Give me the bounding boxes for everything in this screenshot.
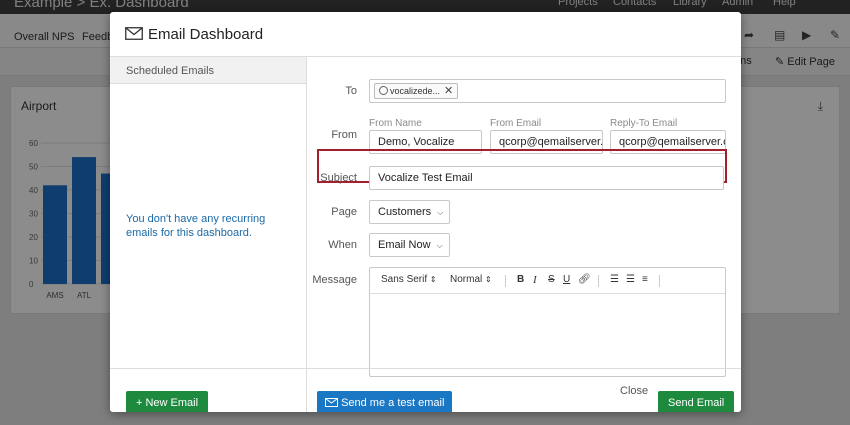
recipient-chip[interactable]: vocalizede... ✕ [374, 83, 459, 99]
link-icon[interactable]: 🔗︎ [578, 274, 591, 285]
message-label: Message [312, 274, 357, 286]
toolbar-divider [505, 275, 506, 287]
reply-to-label: Reply-To Email [610, 118, 678, 129]
underline-icon[interactable]: U [563, 274, 570, 285]
envelope-icon [125, 27, 143, 40]
to-label: To [345, 85, 357, 97]
page-label: Page [331, 206, 357, 218]
message-editor[interactable]: Sans Serif ⇕ Normal ⇕ B I S U 🔗︎ ☰ ☰ ≡ [369, 267, 726, 377]
send-email-button[interactable]: Send Email [658, 391, 735, 412]
strikethrough-icon[interactable]: S [548, 274, 555, 285]
page-dropdown[interactable]: Customers ⌵ [369, 200, 451, 224]
right-footer: Send me a test email Close Send Email [307, 368, 741, 412]
modal-title: Email Dashboard [148, 26, 264, 43]
when-label: When [328, 239, 357, 251]
font-family-value: Sans Serif [381, 274, 428, 285]
page-value: Customers [378, 206, 432, 218]
chevron-down-icon: ⌵ [436, 241, 443, 250]
from-email-label: From Email [490, 118, 542, 129]
italic-icon[interactable]: I [533, 274, 537, 286]
toolbar-divider [659, 275, 660, 287]
when-dropdown[interactable]: Email Now ⌵ [369, 233, 450, 257]
recipient-name: vocalizede... [390, 86, 441, 96]
left-footer: + New Email [110, 368, 306, 412]
align-icon[interactable]: ≡ [642, 274, 648, 285]
scheduled-emails-header: Scheduled Emails [110, 57, 306, 84]
scheduled-emails-panel: Scheduled Emails You don't have any recu… [110, 57, 307, 412]
to-field[interactable]: vocalizede... ✕ [369, 79, 726, 103]
ordered-list-icon[interactable]: ☰ [610, 274, 619, 285]
email-dashboard-modal: Email Dashboard Scheduled Emails You don… [110, 12, 741, 412]
chevron-down-icon: ⌵ [437, 208, 444, 217]
scheduled-emails-title: Scheduled Emails [126, 65, 215, 77]
modal-header: Email Dashboard [110, 12, 741, 57]
toolbar-divider [598, 275, 599, 287]
send-test-email-button[interactable]: Send me a test email [317, 391, 453, 412]
from-name-label: From Name [369, 118, 422, 129]
font-size-value: Normal [450, 274, 483, 285]
person-icon [379, 86, 388, 95]
font-family-select[interactable]: Sans Serif ⇕ [381, 274, 437, 285]
editor-toolbar: Sans Serif ⇕ Normal ⇕ B I S U 🔗︎ ☰ ☰ ≡ [370, 268, 725, 294]
from-label: From [331, 129, 357, 141]
new-email-button[interactable]: + New Email [126, 391, 209, 412]
bold-icon[interactable]: B [517, 274, 524, 285]
when-value: Email Now [378, 239, 431, 251]
envelope-icon [325, 398, 338, 407]
send-test-email-label: Send me a test email [341, 397, 445, 409]
subject-field[interactable]: Vocalize Test Email [369, 166, 724, 190]
font-size-select[interactable]: Normal ⇕ [450, 274, 492, 285]
email-form: To vocalizede... ✕ From Name From Email R… [307, 57, 741, 412]
bullet-list-icon[interactable]: ☰ [626, 274, 635, 285]
subject-label: Subject [320, 172, 357, 184]
remove-recipient-icon[interactable]: ✕ [444, 85, 453, 97]
empty-state-message: You don't have any recurring emails for … [126, 213, 266, 239]
close-button[interactable]: Close [620, 385, 648, 397]
